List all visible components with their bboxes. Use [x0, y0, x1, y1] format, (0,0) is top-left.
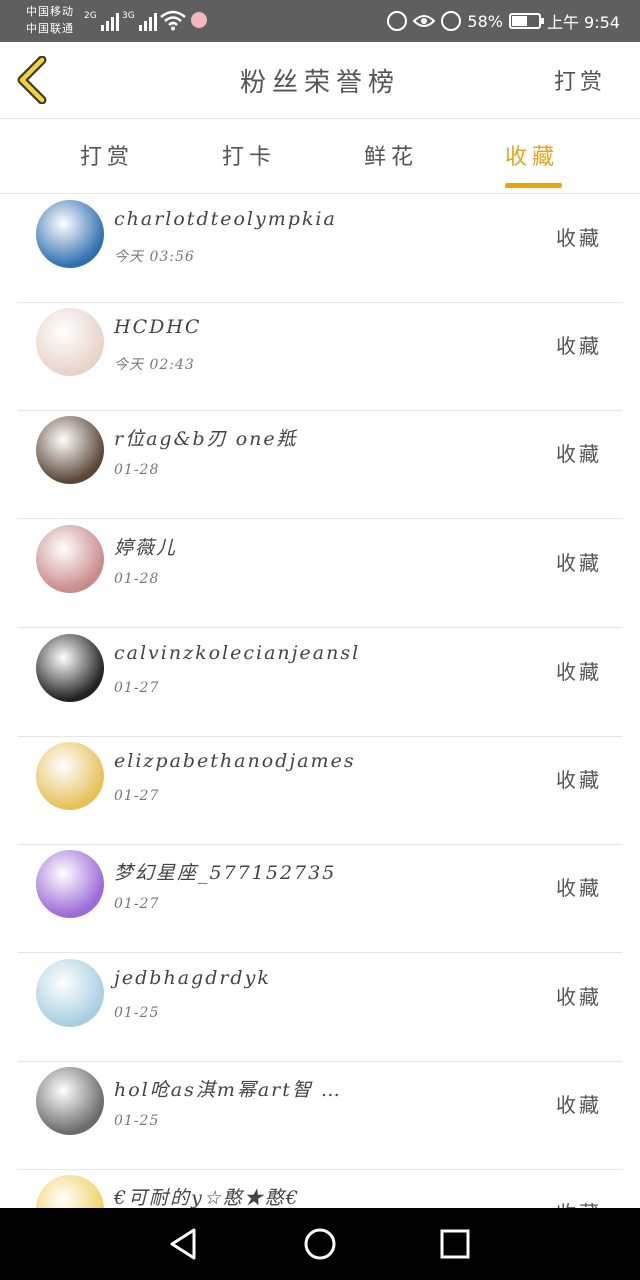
tab-checkin[interactable]: 打卡 — [222, 139, 276, 171]
list-item[interactable]: €可耐的y☆憨★憨€ 收藏 — [18, 1169, 622, 1208]
list-item[interactable]: 婷薇儿 01-28 收藏 — [18, 519, 622, 628]
fan-name: elizpabethanodjames — [114, 750, 356, 772]
fan-list[interactable]: charlotdteolympkia 今天 03:56 收藏 HCDHC 今天 … — [0, 194, 640, 1208]
list-item[interactable]: jedbhagdrdyk 01-25 收藏 — [18, 953, 622, 1062]
page-title: 粉丝荣誉榜 — [239, 68, 400, 98]
favorite-label: 收藏 — [556, 1197, 602, 1208]
active-tab-indicator — [505, 183, 562, 188]
list-item[interactable]: elizpabethanodjames 01-27 收藏 — [18, 736, 622, 845]
fan-name: HCDHC — [114, 316, 202, 338]
fan-name: jedbhagdrdyk — [114, 967, 271, 989]
favorite-label: 收藏 — [556, 551, 602, 575]
tab-favorites[interactable]: 收藏 — [505, 139, 559, 171]
list-item[interactable]: 梦幻星座_577152735 01-27 收藏 — [18, 844, 622, 953]
circle-home-icon[interactable] — [302, 1226, 338, 1262]
avatar[interactable] — [36, 525, 104, 593]
list-item[interactable]: charlotdteolympkia 今天 03:56 收藏 — [18, 194, 622, 303]
favorite-label: 收藏 — [556, 660, 602, 684]
carrier-1: 中国移动 — [26, 5, 74, 18]
tab-reward[interactable]: 打赏 — [80, 139, 134, 171]
fan-name: calvinzkolecianjeansl — [114, 642, 361, 664]
signal-2-icon: 3G — [122, 11, 157, 31]
fan-time: 今天 03:56 — [114, 249, 195, 265]
eye-icon — [413, 15, 436, 27]
favorite-label: 收藏 — [556, 985, 602, 1009]
clock: 上午 9:54 — [546, 13, 620, 32]
reward-button[interactable]: 打赏 — [554, 64, 606, 96]
carrier-2: 中国联通 — [26, 22, 74, 35]
network-type-1: 2G — [84, 11, 97, 21]
favorite-label: 收藏 — [556, 1093, 602, 1117]
battery-percent: 58% — [467, 11, 503, 31]
wifi-icon — [160, 10, 186, 31]
navigation-bar — [0, 1208, 640, 1280]
carrier-info: 中国移动 中国联通 — [26, 3, 74, 37]
avatar[interactable] — [36, 850, 104, 918]
fan-name: €可耐的y☆憨★憨€ — [114, 1187, 300, 1208]
status-right: 58% 上午 9:54 — [387, 10, 620, 32]
battery-icon — [508, 13, 544, 29]
avatar[interactable] — [36, 959, 104, 1027]
favorite-label: 收藏 — [556, 442, 602, 466]
fan-name: 婷薇儿 — [114, 537, 178, 559]
data-saver-icon — [387, 11, 408, 31]
list-item[interactable]: HCDHC 今天 02:43 收藏 — [18, 302, 622, 411]
avatar[interactable] — [36, 416, 104, 484]
favorite-label: 收藏 — [556, 226, 602, 250]
favorite-label: 收藏 — [556, 768, 602, 792]
fan-name: 梦幻星座_577152735 — [114, 862, 337, 884]
status-bar: 中国移动 中国联通 2G 3G 58% 上午 9:54 — [0, 0, 640, 42]
fan-time: 01-28 — [114, 462, 160, 478]
avatar[interactable] — [36, 1175, 104, 1208]
fan-name: charlotdteolympkia — [114, 208, 337, 230]
favorite-label: 收藏 — [556, 334, 602, 358]
fan-time: 01-27 — [114, 788, 160, 804]
fan-time: 01-25 — [114, 1113, 160, 1129]
fan-name: hol呛as淇m幂art智 … — [114, 1079, 342, 1101]
tab-bar: 打赏 打卡 鲜花 收藏 — [0, 119, 640, 194]
list-item[interactable]: hol呛as淇m幂art智 … 01-25 收藏 — [18, 1061, 622, 1170]
square-recent-icon[interactable] — [437, 1226, 473, 1262]
avatar[interactable] — [36, 742, 104, 810]
network-type-2: 3G — [122, 11, 135, 21]
avatar[interactable] — [36, 200, 104, 268]
avatar[interactable] — [36, 1067, 104, 1135]
tab-flowers[interactable]: 鲜花 — [364, 139, 418, 171]
fan-time: 01-27 — [114, 896, 160, 912]
avatar[interactable] — [36, 308, 104, 376]
fan-time: 01-28 — [114, 571, 160, 587]
fan-time: 01-27 — [114, 680, 160, 696]
fan-time: 今天 02:43 — [114, 357, 195, 373]
list-item[interactable]: r位ag&b刃 one羝 01-28 收藏 — [18, 410, 622, 519]
app-notification-icon — [191, 12, 207, 28]
header: 粉丝荣誉榜 打赏 — [0, 42, 640, 119]
fan-time: 01-25 — [114, 1005, 160, 1021]
alarm-icon — [441, 11, 462, 31]
favorite-label: 收藏 — [556, 876, 602, 900]
triangle-back-icon[interactable] — [166, 1226, 202, 1262]
list-item[interactable]: calvinzkolecianjeansl 01-27 收藏 — [18, 628, 622, 737]
signal-1-icon: 2G — [84, 11, 119, 31]
avatar[interactable] — [36, 634, 104, 702]
fan-name: r位ag&b刃 one羝 — [114, 428, 298, 450]
